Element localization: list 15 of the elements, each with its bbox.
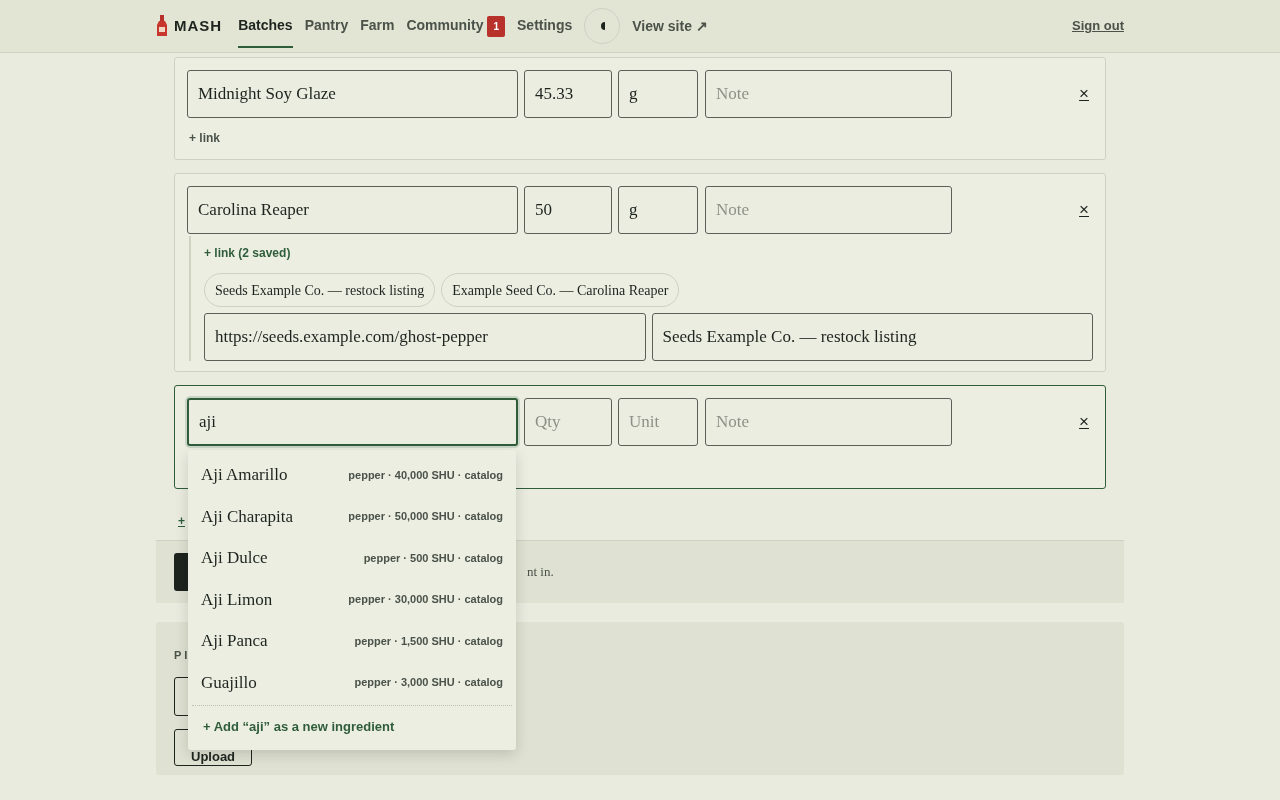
suggestion-name: Aji Panca	[201, 630, 268, 652]
suggestion-details: pepper · 500 SHU · catalog	[363, 550, 503, 566]
suggestion-name: Guajillo	[201, 671, 257, 694]
save-hint-text: nt in.	[527, 563, 554, 582]
suggestion-details: pepper · 1,500 SHU · catalog	[354, 633, 503, 649]
suggestion-name: Aji Amarillo	[201, 464, 288, 486]
suggestion-name: Aji Limon	[201, 588, 273, 611]
suggestion-details: pepper · 3,000 SHU · catalog	[354, 675, 503, 690]
suggestion-details: pepper · 50,000 SHU · catalog	[348, 509, 503, 524]
notification-badge: 1	[487, 15, 505, 37]
section-heading: PI	[174, 648, 191, 663]
suggestion-name: Aji Dulce	[201, 547, 268, 569]
suggestion-details: pepper · 40,000 SHU · catalog	[348, 467, 503, 483]
suggestion-name: Aji Charapita	[201, 505, 294, 528]
suggestion-details: pepper · 30,000 SHU · catalog	[348, 592, 503, 607]
